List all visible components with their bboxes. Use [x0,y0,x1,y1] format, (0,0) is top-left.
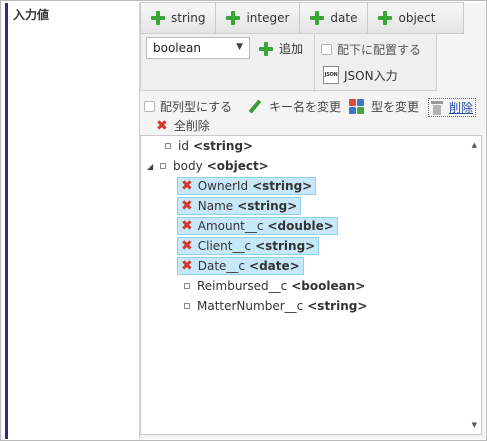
node-type: <object> [206,159,269,173]
array-type-checkbox[interactable]: 配列型にする [144,98,232,115]
place-below-label: 配下に配置する [337,43,422,57]
rename-key-button[interactable]: キー名を変更 [247,98,341,115]
rename-key-label: キー名を変更 [269,100,342,114]
node-name: body [173,159,203,173]
add-date-label: date [330,11,358,25]
field-label: 入力値 [13,8,50,22]
type-add-toolbar: boolean ▼ 追加 配下に配置する JSON JSON入力 [140,33,437,92]
type-select-value: boolean [153,41,201,55]
node-name: Date__c [197,259,246,273]
tree-node-date[interactable]: ✖ Date__c <date> [177,257,304,275]
checkbox-box [321,44,332,55]
delete-x-icon: ✖ [156,117,168,134]
scroll-up-arrow-icon[interactable]: ▲ [472,141,477,149]
plus-icon [310,11,325,25]
type-select[interactable]: boolean ▼ [146,37,250,59]
delete-all-label: 全削除 [173,119,210,133]
node-type: <string> [255,239,316,253]
node-name: OwnerId [197,179,249,193]
add-button[interactable]: 追加 [259,40,303,57]
add-button-label: 追加 [279,42,304,56]
node-type: <string> [192,139,254,153]
add-string-button[interactable]: string [140,2,216,34]
delete-button[interactable]: 削除 [428,98,477,117]
place-below-checkbox[interactable]: 配下に配置する [321,41,421,58]
plus-icon [259,41,273,56]
json-tree[interactable]: ▲ ▼ id <string> ◢ body <object> ✖ OwnerI… [140,135,482,435]
node-type: <string> [237,199,298,213]
plus-icon [226,11,241,25]
delete-x-icon[interactable]: ✖ [181,219,193,233]
plus-icon [378,11,393,25]
json-input-button[interactable]: JSON JSON入力 [323,66,398,84]
json-file-icon: JSON [323,66,339,84]
tree-node-name[interactable]: ✖ Name <string> [177,197,302,215]
tree-node-amount[interactable]: ✖ Amount__c <double> [177,217,338,235]
add-object-button[interactable]: object [367,2,465,34]
delete-label: 削除 [449,101,474,115]
delete-x-icon[interactable]: ✖ [181,179,193,193]
expanded-triangle-icon[interactable]: ◢ [147,162,153,171]
object-node-icon [160,163,166,169]
delete-x-icon[interactable]: ✖ [181,199,193,213]
scroll-down-arrow-icon[interactable]: ▼ [472,421,477,429]
tree-node-client[interactable]: ✖ Client__c <string> [177,237,320,255]
tree-node-matternumber[interactable]: MatterNumber__c <string> [184,297,367,315]
json-input-label: JSON入力 [344,68,398,83]
trash-icon [431,100,443,115]
add-string-label: string [171,11,206,25]
tree-node-id[interactable]: id <string> [165,137,253,155]
add-date-button[interactable]: date [299,2,368,34]
node-name: Client__c [197,239,252,253]
add-object-label: object [398,11,436,25]
node-type: <date> [249,259,300,273]
chevron-down-icon: ▼ [236,42,243,52]
add-integer-button[interactable]: integer [215,2,300,34]
checkbox-box [144,101,155,112]
add-integer-label: integer [246,11,290,25]
node-name: MatterNumber__c [197,299,304,313]
plus-icon [151,11,165,25]
row-accent-bar [5,3,8,439]
change-type-label: 型を変更 [371,100,420,114]
pencil-icon [247,99,263,115]
node-name: Name [197,199,234,213]
change-type-button[interactable]: 型を変更 [349,98,419,115]
change-type-icon [349,98,365,115]
delete-x-icon[interactable]: ✖ [181,239,193,253]
toolbar-divider [314,34,315,92]
delete-all-button[interactable]: ✖ 全削除 [156,117,210,134]
add-type-toolbar: string integer date object [140,2,465,34]
node-name: id [178,139,189,153]
tree-node-body[interactable]: ◢ body <object> [147,157,269,175]
delete-x-icon[interactable]: ✖ [181,259,193,273]
node-type: <string> [307,299,368,313]
tree-node-reimbursed[interactable]: Reimbursed__c <boolean> [184,277,365,295]
node-name: Reimbursed__c [197,279,288,293]
node-type: <double> [267,219,334,233]
array-type-label: 配列型にする [160,100,233,114]
leaf-node-icon [165,143,171,149]
node-type: <boolean> [291,279,366,293]
leaf-node-icon [184,303,190,309]
node-type: <string> [252,179,313,193]
node-name: Amount__c [197,219,264,233]
leaf-node-icon [184,283,190,289]
tree-node-ownerid[interactable]: ✖ OwnerId <string> [177,177,317,195]
